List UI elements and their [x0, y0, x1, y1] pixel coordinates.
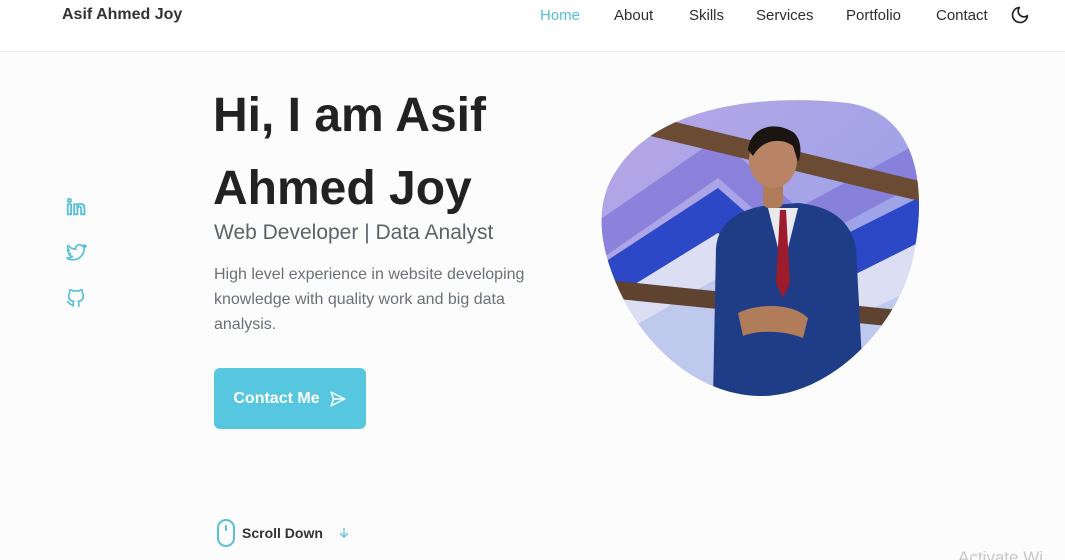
twitter-icon[interactable] [65, 241, 87, 263]
nav-contact[interactable]: Contact [936, 7, 988, 24]
nav-about[interactable]: About [614, 7, 653, 24]
page: Asif Ahmed Joy Home About Skills Service… [0, 0, 1065, 560]
nav-skills[interactable]: Skills [689, 7, 724, 24]
contact-me-button[interactable]: Contact Me [214, 368, 366, 429]
hero-title-line-1: Hi, I am Asif [213, 89, 486, 142]
scroll-down-label: Scroll Down [242, 525, 323, 541]
nav-services[interactable]: Services [756, 7, 814, 24]
arrow-down-icon [339, 527, 349, 538]
moon-icon[interactable] [1010, 5, 1030, 25]
hero-description: High level experience in website develop… [214, 266, 525, 333]
contact-me-label: Contact Me [233, 389, 320, 407]
hero-title: Hi, I am Asif Ahmed Joy [213, 79, 543, 225]
profile-photo [601, 100, 920, 397]
mouse-icon [217, 519, 235, 547]
hero-title-line-2: Ahmed Joy [213, 162, 472, 215]
github-icon[interactable] [65, 287, 87, 309]
scroll-down-link[interactable]: Scroll Down [216, 518, 351, 548]
hero-subtitle: Web Developer | Data Analyst [214, 221, 494, 244]
send-icon [330, 391, 346, 406]
linkedin-icon[interactable] [65, 196, 87, 218]
nav-portfolio[interactable]: Portfolio [846, 7, 901, 24]
site-logo[interactable]: Asif Ahmed Joy [62, 6, 182, 24]
os-activation-watermark: Activate Wi [958, 548, 1044, 560]
nav-home[interactable]: Home [540, 7, 580, 24]
site-header: Asif Ahmed Joy Home About Skills Service… [0, 0, 1065, 52]
